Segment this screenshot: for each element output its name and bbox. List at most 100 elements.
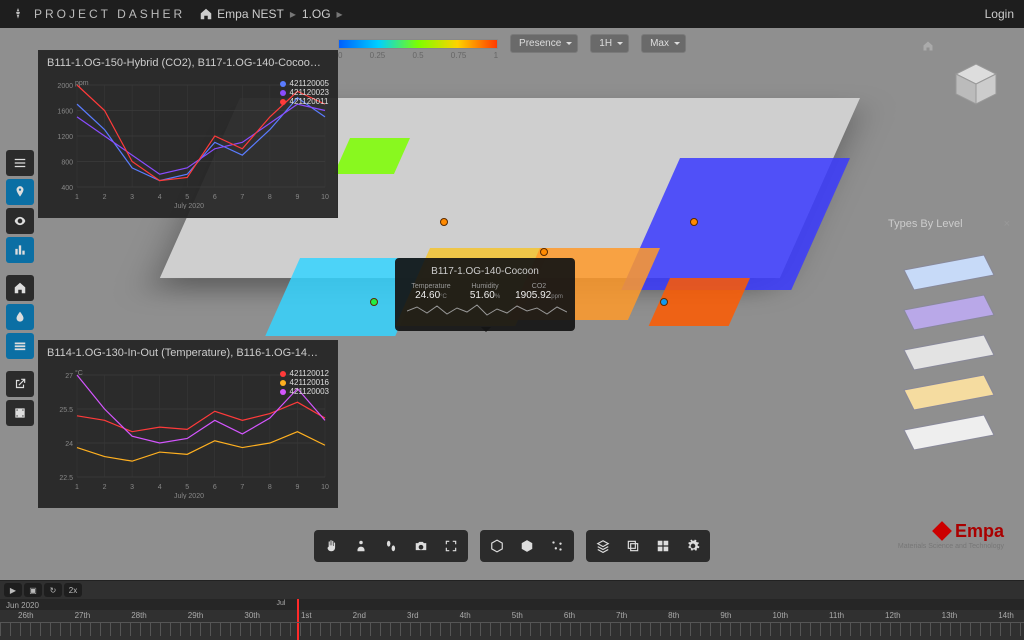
deer-logo-icon	[10, 6, 26, 22]
cube-solid-icon[interactable]	[513, 533, 541, 559]
legend-bar: 0 0.25 0.5 0.75 1 Presence 1H Max	[338, 34, 686, 53]
timeline-day[interactable]: 4th	[460, 611, 471, 620]
eye-icon[interactable]	[6, 208, 34, 234]
scatter-icon[interactable]	[543, 533, 571, 559]
svg-text:1: 1	[75, 484, 79, 491]
chart-co2[interactable]: B111-1.OG-150-Hybrid (CO2), B117-1.OG-14…	[38, 50, 338, 218]
hand-icon[interactable]	[317, 533, 345, 559]
breadcrumb: Empa NEST ▸ 1.OG ▸	[199, 7, 348, 21]
timeline-ruler[interactable]	[0, 622, 1024, 636]
popup-humidity: Humidity 51.60%	[461, 283, 509, 301]
svg-text:3: 3	[130, 484, 134, 491]
svg-text:8: 8	[268, 484, 272, 491]
timeline-day[interactable]: 29th	[188, 611, 204, 620]
types-panel-title: Types By Level	[888, 218, 963, 230]
timeline-day[interactable]: 26th	[18, 611, 34, 620]
cube-icon[interactable]	[483, 533, 511, 559]
color-legend: 0 0.25 0.5 0.75 1	[338, 39, 498, 49]
timeline-day[interactable]: 2nd	[353, 611, 366, 620]
svg-text:4: 4	[158, 194, 162, 201]
bottom-dock	[314, 530, 710, 562]
svg-text:25.5: 25.5	[59, 407, 73, 414]
speed-button[interactable]: 2x	[64, 583, 82, 597]
expand-icon[interactable]	[437, 533, 465, 559]
timeline-day[interactable]: 27th	[75, 611, 91, 620]
home-icon[interactable]	[199, 7, 213, 21]
timeline-day[interactable]: 8th	[668, 611, 679, 620]
chart-legend: 421120005 421120023 421120011	[280, 79, 329, 106]
film-icon[interactable]	[6, 400, 34, 426]
grid-icon[interactable]	[649, 533, 677, 559]
timeline-day[interactable]: 9th	[720, 611, 731, 620]
loop-icon[interactable]: ↻	[44, 583, 62, 597]
sensor-dot[interactable]	[370, 298, 378, 306]
svg-text:°C: °C	[75, 369, 83, 377]
timeline[interactable]: ▶ ▣ ↻ 2x Jun 2020 Jul 26th27th28th29th30…	[0, 580, 1024, 640]
svg-text:7: 7	[240, 484, 244, 491]
breadcrumb-root[interactable]: Empa NEST	[217, 7, 284, 21]
timeline-day[interactable]: 5th	[512, 611, 523, 620]
svg-text:9: 9	[295, 484, 299, 491]
share-icon[interactable]	[6, 371, 34, 397]
svg-text:3: 3	[130, 194, 134, 201]
sheets-icon[interactable]	[619, 533, 647, 559]
timeline-day[interactable]: 11th	[829, 611, 844, 620]
home-icon[interactable]	[6, 275, 34, 301]
list-icon[interactable]	[6, 150, 34, 176]
chart-legend: 421120012 421120016 421120003	[280, 369, 329, 396]
login-link[interactable]: Login	[985, 7, 1014, 21]
person-icon[interactable]	[347, 533, 375, 559]
step-icon[interactable]: ▣	[24, 583, 42, 597]
sensor-dot[interactable]	[440, 218, 448, 226]
sensor-dot[interactable]	[540, 248, 548, 256]
timeline-day[interactable]: 13th	[942, 611, 958, 620]
svg-text:1: 1	[75, 194, 79, 201]
timeline-month: Jun 2020	[6, 601, 39, 610]
footsteps-icon[interactable]	[377, 533, 405, 559]
camera-icon[interactable]	[407, 533, 435, 559]
legend-tick: 1	[494, 51, 498, 60]
play-icon[interactable]: ▶	[4, 583, 22, 597]
metric-dropdown[interactable]: Presence	[510, 34, 578, 53]
timeline-day[interactable]: 30th	[244, 611, 260, 620]
legend-tick: 0.25	[370, 51, 386, 60]
pin-icon[interactable]	[6, 179, 34, 205]
layers-icon[interactable]	[589, 533, 617, 559]
topbar: PROJECT DASHER Empa NEST ▸ 1.OG ▸ Login	[0, 0, 1024, 28]
svg-text:10: 10	[321, 194, 329, 201]
types-by-level-panel[interactable]: Types By Level ×	[884, 216, 1014, 232]
agg-dropdown[interactable]: Max	[641, 34, 686, 53]
range-dropdown[interactable]: 1H	[590, 34, 629, 53]
timeline-day[interactable]: 1st	[301, 611, 312, 620]
timeline-day[interactable]: 7th	[616, 611, 627, 620]
timeline-days: 26th 27th 28th 29th 30th 1st 2nd 3rd 4th 5th 6th 7t…	[18, 611, 1014, 620]
svg-text:6: 6	[213, 194, 217, 201]
close-icon[interactable]: ×	[1004, 218, 1010, 230]
gear-icon[interactable]	[679, 533, 707, 559]
timeline-day[interactable]: 3rd	[407, 611, 419, 620]
chart-title: B114-1.OG-130-In-Out (Temperature), B116…	[39, 341, 337, 365]
viewcube[interactable]	[952, 60, 1000, 108]
sensor-dot[interactable]	[660, 298, 668, 306]
svg-text:7: 7	[240, 194, 244, 201]
svg-text:July 2020: July 2020	[174, 203, 204, 209]
svg-text:22.5: 22.5	[59, 475, 73, 482]
sensor-dot[interactable]	[690, 218, 698, 226]
droplet-icon[interactable]	[6, 304, 34, 330]
popup-co2: CO2 1905.92ppm	[515, 283, 563, 301]
timeline-day[interactable]: 12th	[885, 611, 901, 620]
svg-text:6: 6	[213, 484, 217, 491]
timeline-day[interactable]: 6th	[564, 611, 575, 620]
timeline-controls: ▶ ▣ ↻ 2x	[4, 583, 82, 597]
legend-tick: 0.5	[412, 51, 423, 60]
timeline-day[interactable]: 10th	[772, 611, 788, 620]
home-view-icon[interactable]	[922, 40, 934, 52]
chart-temp[interactable]: B114-1.OG-130-In-Out (Temperature), B116…	[38, 340, 338, 508]
breadcrumb-level[interactable]: 1.OG	[302, 7, 331, 21]
brand-title: PROJECT DASHER	[34, 7, 185, 21]
timeline-day[interactable]: 14th	[998, 611, 1014, 620]
levels-stack[interactable]	[894, 250, 1004, 450]
bars-icon[interactable]	[6, 237, 34, 263]
stack-icon[interactable]	[6, 333, 34, 359]
timeline-day[interactable]: 28th	[131, 611, 147, 620]
